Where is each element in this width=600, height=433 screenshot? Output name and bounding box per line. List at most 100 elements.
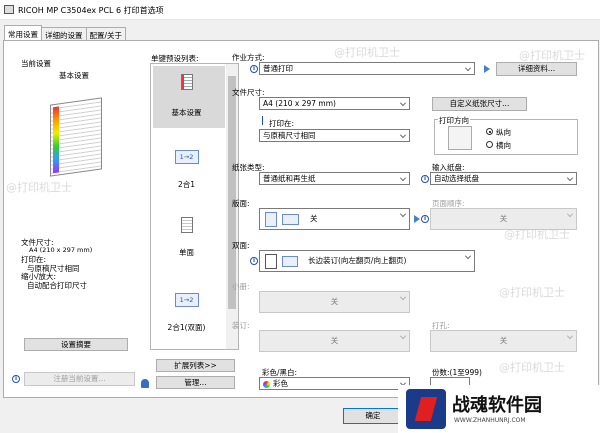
paper-type-select[interactable]: 普通纸和再生纸 xyxy=(259,172,410,185)
arrow-right-icon xyxy=(414,215,420,223)
preset-basic[interactable]: 基本设置 xyxy=(153,74,220,118)
landscape-page-icon xyxy=(282,214,299,225)
presets-list: 基本设置 1→2 2合1 单面 1→2 2合1(双面) xyxy=(150,63,239,350)
booklet-select[interactable]: 关 xyxy=(259,291,410,313)
paper-size-value: A4 (210 x 297 mm) xyxy=(29,246,93,254)
select-value: 关 xyxy=(499,336,508,345)
watermark: @打印机卫士 xyxy=(334,46,400,59)
nup-icon: 1→2 xyxy=(174,293,199,307)
current-settings-heading: 当前设置 xyxy=(21,59,51,68)
preset-label: 2合1 xyxy=(177,180,196,189)
preset-2in1-duplex[interactable]: 1→2 2合1(双面) xyxy=(153,293,220,333)
portrait-label: 纵向 xyxy=(496,128,511,137)
page-preview xyxy=(50,97,102,177)
logo-mark-icon xyxy=(406,389,446,429)
layout-label: 版面: xyxy=(232,199,250,208)
document-icon xyxy=(180,217,193,233)
color-wheel-icon xyxy=(263,381,270,388)
tab-config-about[interactable]: 配置/关于 xyxy=(85,27,127,40)
orientation-preview xyxy=(448,126,472,150)
custom-paper-size-button[interactable]: 自定义纸张尺寸... xyxy=(432,97,527,111)
arrow-right-icon xyxy=(484,65,490,73)
print-on-label: 打印在: xyxy=(269,119,295,128)
chevron-down-icon xyxy=(400,175,406,181)
preset-2in1[interactable]: 1→2 2合1 xyxy=(153,150,220,190)
ok-button[interactable]: 确定 xyxy=(343,408,403,424)
expand-list-button[interactable]: 扩展列表>> xyxy=(156,359,235,372)
job-type-select[interactable]: 普通打印 xyxy=(259,62,475,75)
color-select[interactable]: 彩色 xyxy=(259,377,410,390)
staple-select[interactable]: 关 xyxy=(259,330,410,352)
document-icon xyxy=(180,74,193,90)
duplex-label: 双面: xyxy=(232,241,250,250)
orientation-label: 打印方向 xyxy=(438,115,470,126)
chevron-down-icon xyxy=(465,253,471,259)
tab-common-settings[interactable]: 常用设置 xyxy=(4,25,42,40)
scrollbar-thumb[interactable] xyxy=(228,76,236,309)
print-preferences-window: RICOH MP C3504ex PCL 6 打印首选项 常用设置 详细的设置 … xyxy=(0,0,600,433)
register-settings-button[interactable]: 注册当前设置... xyxy=(24,372,135,386)
landscape-radio[interactable] xyxy=(486,141,493,148)
preset-single-sided[interactable]: 单面 xyxy=(153,217,220,258)
chevron-down-icon xyxy=(400,294,406,300)
arrow-down-icon xyxy=(262,116,267,125)
select-value: 与原稿尺寸相同 xyxy=(263,131,316,140)
watermark: @打印机卫士 xyxy=(499,361,565,374)
print-on-select[interactable]: 与原稿尺寸相同 xyxy=(259,129,410,142)
staple-label: 装订: xyxy=(232,321,250,330)
scale-value: 自动配合打印尺寸 xyxy=(27,281,87,290)
info-icon: i xyxy=(421,175,429,183)
info-icon: i xyxy=(421,215,429,223)
chevron-down-icon xyxy=(567,211,573,217)
window-title: RICOH MP C3504ex PCL 6 打印首选项 xyxy=(18,6,164,15)
preset-label: 2合1(双面) xyxy=(167,323,206,332)
preset-label: 单面 xyxy=(179,248,194,257)
title-bar: RICOH MP C3504ex PCL 6 打印首选项 xyxy=(0,0,600,20)
nup-icon: 1→2 xyxy=(174,150,199,164)
page-order-select[interactable]: 关 xyxy=(430,208,577,230)
preset-label: 基本设置 xyxy=(171,108,202,117)
watermark: @打印机卫士 xyxy=(6,181,72,194)
punch-select[interactable]: 关 xyxy=(430,330,577,352)
chevron-down-icon xyxy=(400,132,406,138)
chevron-down-icon xyxy=(465,65,471,71)
info-icon: i xyxy=(250,65,258,73)
select-value: A4 (210 x 297 mm) xyxy=(263,99,336,108)
select-value: 关 xyxy=(499,214,508,223)
doc-size-select[interactable]: A4 (210 x 297 mm) xyxy=(259,97,410,110)
tab-strip: 常用设置 详细的设置 配置/关于 xyxy=(4,25,127,40)
landscape-label: 横向 xyxy=(496,141,511,150)
portrait-radio[interactable] xyxy=(486,128,493,135)
select-value: 彩色 xyxy=(273,379,288,388)
chevron-down-icon xyxy=(567,175,573,181)
current-preset-name: 基本设置 xyxy=(59,71,89,80)
user-icon xyxy=(141,379,149,388)
watermark: @打印机卫士 xyxy=(499,286,565,299)
layout-select[interactable]: 关 xyxy=(259,208,410,230)
chevron-down-icon xyxy=(400,333,406,339)
select-value: 长边装订(向左翻页/向上翻页) xyxy=(308,256,407,265)
input-tray-select[interactable]: 自动选择纸盘 xyxy=(430,172,577,185)
select-value: 关 xyxy=(330,336,339,345)
duplex-flip-icon xyxy=(282,256,298,267)
watermark: @打印机卫士 xyxy=(519,49,585,62)
select-value: 关 xyxy=(310,214,318,223)
tab-detailed-settings[interactable]: 详细的设置 xyxy=(41,27,87,40)
select-value: 普通打印 xyxy=(263,64,293,73)
select-value: 普通纸和再生纸 xyxy=(263,174,316,183)
info-icon: i xyxy=(12,375,20,383)
chevron-down-icon xyxy=(400,211,406,217)
logo-name: 战魂软件园 xyxy=(452,395,542,416)
duplex-select[interactable]: 长边装订(向左翻页/向上翻页) xyxy=(259,250,475,272)
booklet-label: 小册: xyxy=(232,282,250,291)
chevron-down-icon xyxy=(400,100,406,106)
details-button[interactable]: 详细资料... xyxy=(496,62,577,76)
settings-panel: @打印机卫士 @打印机卫士 @打印机卫士 @打印机卫士 @打印机卫士 @打印机卫… xyxy=(3,40,599,398)
printer-icon xyxy=(4,5,14,14)
select-value: 关 xyxy=(330,297,339,306)
manage-button[interactable]: 管理... xyxy=(156,376,235,389)
logo-url: WWW.ZHANHUNRJ.COM xyxy=(454,417,526,424)
select-value: 自动选择纸盘 xyxy=(434,174,479,183)
single-page-icon xyxy=(265,212,277,227)
settings-summary-button[interactable]: 设置摘要 xyxy=(24,338,128,351)
